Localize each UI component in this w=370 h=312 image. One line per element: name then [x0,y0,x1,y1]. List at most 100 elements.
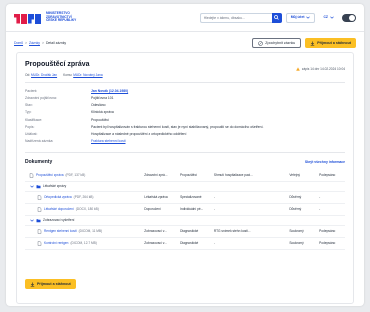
documents-title: Dokumenty [25,158,53,165]
field-row: Zdravotní pojišťovna: Pojišťovna 101 [25,96,345,101]
document-link[interactable]: Rentgen stehenní kosti [44,229,77,233]
field-row: Typ: Klinická zpráva [25,110,345,115]
document-col6-cell: Podepsáno [319,229,336,234]
accept-download-label: Přijmout a stáhnout [317,40,351,45]
hide-all-info-link[interactable]: Skrýt všechny informace [305,160,345,164]
language-switch[interactable]: CZ [319,13,338,23]
field-label: Klasifikace: [25,117,43,122]
breadcrumb-records[interactable]: Záznky [29,41,40,45]
account-menu-button[interactable]: Můj účet [285,12,316,23]
document-col4-cell: RTG snímek stehn kosti... [213,229,251,234]
folder-row[interactable]: Lékařské zprávy [25,182,345,192]
document-name-cell: Rentgen stehenní kosti (DICOM, 11 MB) [25,229,144,234]
document-row[interactable]: Lékařské doporučení (DOCX, 180 kB) Doporuč… [25,204,345,216]
file-icon [37,229,42,234]
meta-from-link[interactable]: MUDr. Dvořák Jan [31,73,57,77]
meta-to-link[interactable]: MUDr. Novotný Jana [73,73,102,77]
document-size: (DICOM, 12.7 MB) [70,241,97,246]
field-row: Nadřízená záznka: Fraktura stehenní kost… [25,139,345,144]
field-label: Typ: [25,110,32,115]
breadcrumb-current: Detail záznky [45,40,67,45]
meta-to: Komu: MUDr. Novotný Jana [63,73,103,77]
meta-from-label: Od: [25,72,31,77]
document-name-cell: Lékařské zprávy [25,184,145,189]
meta-to-label: Komu: [63,72,73,77]
document-row[interactable]: Propouštěcí zpráva (PDF, 137 kB) Zdravotní… [25,170,345,182]
folder-name: Lékařské zprávy [43,184,67,189]
page-title: Propouštěcí zpráva [25,61,90,68]
folder-name: Zobrazovací vyšetření [43,218,75,223]
chevron-down-icon [330,16,334,19]
folder-icon [36,218,41,223]
document-col6-cell: Podepsáno [319,173,336,178]
document-link[interactable]: Propouštěcí zpráva [36,173,63,177]
download-icon [30,282,35,287]
breadcrumb-separator: > [41,40,44,45]
document-row[interactable]: Kontrolní rentgen (DICOM, 12.7 MB) Zobrazo… [25,238,345,250]
folder-row[interactable]: Zobrazovací vyšetření [25,216,345,226]
accept-download-bottom-label: Přijmout a stáhnout [37,281,71,286]
top-header: MINISTERSTVO ZDRAVOTNICTVÍ ČESKÉ REPUBLI… [6,4,364,32]
chevron-down-icon[interactable] [29,218,34,223]
document-link[interactable]: Kontrolní rentgen [44,241,68,245]
field-row: Pacient: Jan Novák (12.04.1980) [25,89,345,94]
documents-header: Dokumenty Skrýt všechny informace [25,151,345,165]
document-size: (PDF, 137 kB) [65,173,86,178]
app-window: MINISTERSTVO ZDRAVOTNICTVÍ ČESKÉ REPUBLI… [6,4,364,306]
field-value: Propouštěcí [91,117,110,122]
patient-link[interactable]: Jan Novák (12.04.1980) [91,89,128,94]
breadcrumb-home[interactable]: Domů [14,41,23,45]
document-row[interactable]: Ortopedická zpráva (PDF, 264 kB) Lékařská … [25,192,345,204]
document-name-cell: Kontrolní rentgen (DICOM, 12.7 MB) [25,241,144,246]
document-col2-cell: Lékařská zpráva [144,195,168,200]
document-link[interactable]: Ortopedická zpráva [44,195,72,199]
document-col6-cell: - [319,207,321,212]
document-size: (DOCX, 180 kB) [75,207,99,212]
document-col3-cell: Diagnostické [180,229,199,234]
field-label: Nadřízená záznka: [25,139,54,144]
accept-download-button[interactable]: Přijmout a stáhnout [305,38,356,48]
search-icon [274,15,279,20]
field-label: Pacient: [25,88,38,93]
document-col3-cell: Individuální pé... [180,207,204,212]
language-label: CZ [323,15,328,20]
document-row[interactable]: Rentgen stehenní kosti (DICOM, 11 MB) Zobr… [25,226,345,238]
document-col5-cell: Soukromý [289,241,304,246]
ministry-logo[interactable]: MINISTERSTVO ZDRAVOTNICTVÍ ČESKÉ REPUBLI… [14,11,92,24]
dispute-record-button[interactable]: Zpochybnit záznku [252,38,302,48]
field-value: Odesláno [91,103,106,108]
document-name-cell: Lékařské doporučení (DOCX, 180 kB) [25,207,144,212]
logo-text: MINISTERSTVO ZDRAVOTNICTVÍ ČESKÉ REPUBLI… [46,11,92,24]
file-icon [37,241,42,246]
record-date-text: zápis 14 dnr 14.02.2024 10:04 [301,66,345,71]
logo-mark-icon [14,12,41,24]
document-col5-cell: Soukromý [289,229,304,234]
documents-table: Propouštěcí zpráva (PDF, 137 kB) Zdravotní… [25,170,345,250]
field-value: Pacient byl hospitalizován s frakturou s… [91,124,264,129]
document-col5-cell: Veřejný [289,173,300,178]
breadcrumb-separator: > [25,40,28,45]
document-link[interactable]: Lékařské doporučení [44,207,74,211]
field-row: Klasifikace: Propouštěcí [25,118,345,123]
parent-record-link[interactable]: Fraktura stehenní kosti [91,139,126,144]
logo-line2: ČESKÉ REPUBLIKY [46,18,77,23]
document-col2-cell: Zobrazovací v... [144,229,167,234]
record-date: zápis 14 dnr 14.02.2024 10:04 [296,61,345,77]
record-fields: Pacient: Jan Novák (12.04.1980) Zdravotn… [17,83,353,144]
document-col6-cell: Podepsáno [319,241,336,246]
dispute-icon [258,40,264,46]
file-icon [37,207,42,212]
accept-download-bottom-button[interactable]: Přijmout a stáhnout [25,279,76,289]
warning-icon [296,67,300,71]
document-col4-cell: - [213,241,215,246]
chevron-down-icon[interactable] [29,184,34,189]
document-col2-cell: Zdravotní zprá... [144,173,168,178]
theme-toggle[interactable] [342,13,356,22]
dispute-record-label: Zpochybnit záznku [265,40,296,45]
search-input[interactable]: Hledejte v ášrmu, dbsaku... [199,12,272,23]
field-row: Událost: Hospitalizace a následné propou… [25,132,345,137]
search-group: Hledejte v ášrmu, dbsaku... [199,12,282,23]
search-button[interactable] [271,12,282,23]
field-label: Událost: [25,131,38,136]
folder-icon [36,184,41,189]
